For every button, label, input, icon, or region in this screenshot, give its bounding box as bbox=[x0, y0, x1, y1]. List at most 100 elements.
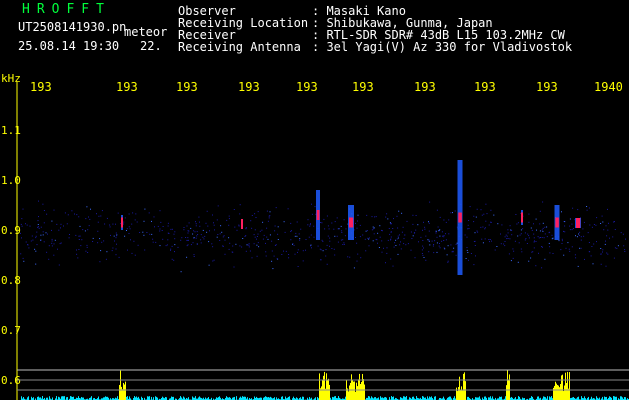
noise-dot bbox=[467, 224, 469, 226]
noise-dot bbox=[488, 239, 490, 240]
noise-dot bbox=[584, 258, 585, 260]
noise-dot bbox=[242, 238, 244, 239]
power-bar bbox=[356, 382, 357, 400]
noise-dot bbox=[290, 230, 292, 232]
noise-dot bbox=[403, 238, 405, 240]
noise-dot bbox=[608, 222, 609, 224]
noise-dot bbox=[395, 239, 397, 241]
noise-dot bbox=[359, 224, 361, 226]
power-bar bbox=[324, 371, 325, 400]
noise-dot bbox=[211, 243, 213, 245]
noise-dot bbox=[512, 248, 514, 250]
noise-dot bbox=[133, 240, 135, 242]
noise-dot bbox=[542, 222, 544, 224]
noise-dot bbox=[40, 226, 42, 228]
noise-dot bbox=[68, 237, 70, 239]
noise-dot bbox=[467, 252, 469, 253]
noise-dot bbox=[208, 241, 210, 243]
noise-dot bbox=[216, 236, 218, 238]
power-bar bbox=[56, 396, 57, 400]
noise-dot bbox=[287, 208, 289, 210]
noise-dot bbox=[224, 253, 226, 255]
noise-dot bbox=[275, 207, 277, 209]
noise-dot bbox=[357, 220, 358, 222]
noise-dot bbox=[187, 232, 189, 234]
power-bar bbox=[348, 391, 349, 400]
noise-dot bbox=[423, 221, 424, 223]
noise-dot bbox=[445, 233, 446, 235]
noise-dot bbox=[396, 238, 398, 240]
noise-dot bbox=[115, 254, 117, 256]
noise-dot bbox=[311, 213, 313, 215]
noise-dot bbox=[297, 251, 298, 253]
noise-dot bbox=[200, 239, 202, 241]
noise-dot bbox=[473, 215, 475, 217]
power-bar bbox=[70, 396, 71, 400]
noise-dot bbox=[500, 243, 502, 245]
noise-dot bbox=[448, 219, 450, 221]
noise-dot bbox=[193, 237, 195, 239]
noise-dot bbox=[379, 225, 381, 227]
noise-dot bbox=[601, 215, 603, 217]
noise-dot bbox=[250, 220, 252, 222]
noise-dot bbox=[436, 251, 438, 253]
noise-dot bbox=[100, 250, 102, 252]
noise-dot bbox=[262, 221, 264, 223]
noise-dot bbox=[53, 254, 55, 256]
noise-dot bbox=[35, 235, 37, 237]
noise-dot bbox=[284, 231, 286, 233]
noise-dot bbox=[474, 232, 476, 234]
noise-dot bbox=[474, 245, 476, 246]
noise-dot bbox=[357, 214, 359, 216]
noise-dot bbox=[324, 228, 326, 230]
noise-dot bbox=[591, 226, 593, 228]
noise-dot bbox=[111, 250, 113, 252]
noise-dot bbox=[544, 226, 546, 228]
noise-dot bbox=[423, 247, 424, 249]
noise-dot bbox=[491, 240, 492, 242]
noise-dot bbox=[605, 240, 606, 242]
noise-dot bbox=[113, 235, 115, 237]
echo-core bbox=[349, 217, 354, 228]
noise-dot bbox=[307, 224, 309, 226]
noise-dot bbox=[329, 237, 331, 239]
noise-dot bbox=[542, 230, 544, 232]
noise-dot bbox=[577, 209, 579, 211]
noise-dot bbox=[564, 231, 566, 233]
noise-dot bbox=[399, 234, 400, 236]
power-bar bbox=[581, 396, 582, 400]
noise-dot bbox=[213, 259, 215, 261]
noise-dot bbox=[29, 225, 31, 227]
power-bar bbox=[120, 370, 121, 400]
power-bar bbox=[505, 396, 506, 400]
noise-dot bbox=[92, 237, 94, 239]
noise-dot bbox=[251, 257, 253, 259]
noise-dot bbox=[66, 223, 68, 225]
noise-dot bbox=[190, 244, 192, 246]
datetime: 25.08.14 19:30 bbox=[18, 39, 120, 53]
power-bar bbox=[461, 386, 462, 400]
noise-dot bbox=[542, 201, 544, 203]
noise-dot bbox=[115, 248, 117, 250]
noise-dot bbox=[76, 253, 78, 255]
noise-dot bbox=[26, 224, 28, 226]
power-bar bbox=[479, 396, 480, 400]
noise-dot bbox=[592, 263, 594, 265]
power-bar bbox=[354, 381, 355, 400]
noise-dot bbox=[85, 218, 87, 220]
noise-dot bbox=[389, 222, 391, 224]
noise-dot bbox=[187, 237, 189, 239]
noise-dot bbox=[78, 216, 80, 218]
noise-dot bbox=[298, 233, 300, 235]
noise-dot bbox=[161, 230, 163, 231]
noise-dot bbox=[448, 233, 450, 235]
noise-dot bbox=[390, 231, 392, 233]
noise-dot bbox=[412, 223, 414, 225]
noise-dot bbox=[600, 223, 602, 224]
noise-dot bbox=[607, 208, 608, 210]
power-bar bbox=[506, 385, 507, 400]
noise-dot bbox=[340, 239, 342, 241]
power-bar bbox=[121, 386, 122, 400]
noise-dot bbox=[368, 245, 370, 247]
noise-dot bbox=[539, 210, 541, 212]
